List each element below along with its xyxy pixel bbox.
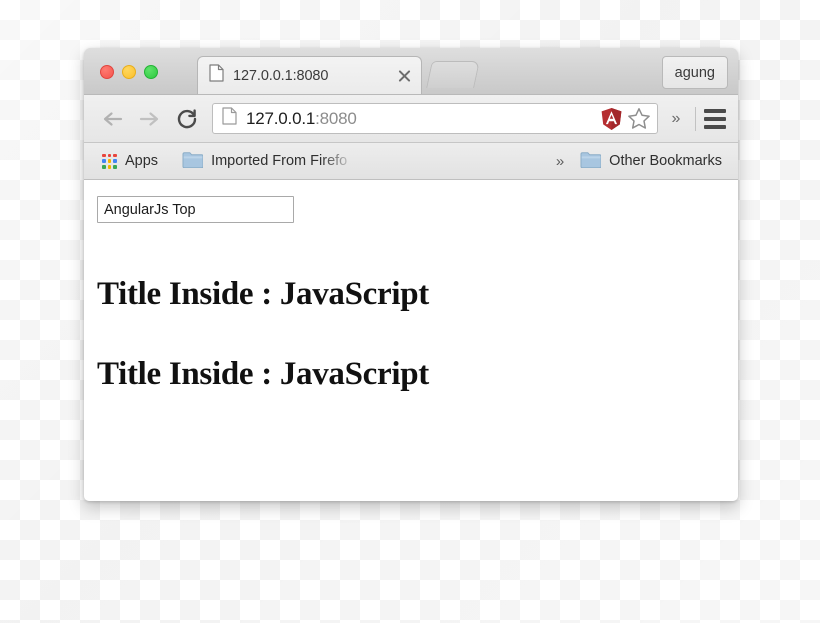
folder-icon — [580, 151, 602, 172]
bookmark-label: Other Bookmarks — [609, 153, 722, 169]
toolbar-divider — [695, 106, 696, 131]
minimize-window-button[interactable] — [122, 65, 136, 79]
address-port: :8080 — [315, 108, 357, 128]
toolbar-overflow-icon[interactable]: » — [664, 110, 688, 128]
profile-label: agung — [674, 64, 715, 81]
window-controls — [100, 65, 158, 79]
bookmark-other-bookmarks[interactable]: Other Bookmarks — [574, 148, 728, 174]
bookmark-apps[interactable]: Apps — [96, 148, 164, 174]
back-icon[interactable] — [98, 104, 128, 134]
page-icon — [222, 107, 237, 130]
headings-list: Title Inside : JavaScript Title Inside :… — [97, 277, 738, 391]
tab-strip: 127.0.0.1:8080 agung — [84, 48, 738, 95]
page-heading-2: Title Inside : JavaScript — [97, 355, 429, 392]
menu-icon[interactable] — [701, 105, 729, 133]
folder-icon — [182, 151, 204, 172]
title-input[interactable] — [97, 196, 294, 223]
apps-grid-icon — [102, 153, 117, 169]
bookmarks-bar: Apps Imported From Firefo » Other Bookma… — [84, 143, 738, 180]
close-icon[interactable] — [396, 67, 413, 84]
profile-button[interactable]: agung — [661, 56, 728, 89]
address-bar[interactable]: 127.0.0.1:8080 — [212, 103, 658, 134]
page-viewport: Title Inside : JavaScript Title Inside :… — [84, 180, 738, 501]
page-heading-1: Title Inside : JavaScript — [97, 276, 429, 312]
close-window-button[interactable] — [100, 65, 114, 79]
screenshot-canvas: 127.0.0.1:8080 agung 127.0.0.1:8080 » Ap… — [0, 0, 820, 623]
browser-toolbar: 127.0.0.1:8080 » — [84, 95, 738, 143]
menu-line — [704, 108, 726, 113]
tab-title: 127.0.0.1:8080 — [233, 67, 329, 84]
menu-line — [704, 116, 726, 121]
page-icon — [209, 64, 224, 87]
star-icon[interactable] — [627, 107, 651, 130]
browser-window: 127.0.0.1:8080 agung 127.0.0.1:8080 » Ap… — [84, 48, 738, 501]
bookmark-imported-from-firefox[interactable]: Imported From Firefo — [176, 148, 353, 174]
angularjs-icon[interactable] — [600, 107, 623, 131]
bookmarks-overflow-icon[interactable]: » — [546, 153, 574, 170]
new-tab-button[interactable] — [426, 61, 480, 88]
forward-icon[interactable] — [134, 104, 164, 134]
bookmark-label: Imported From Firefo — [211, 153, 348, 169]
address-host: 127.0.0.1 — [246, 108, 316, 128]
zoom-window-button[interactable] — [144, 65, 158, 79]
browser-tab[interactable]: 127.0.0.1:8080 — [197, 56, 422, 94]
address-bar-text: 127.0.0.1:8080 — [246, 109, 596, 129]
reload-icon[interactable] — [172, 104, 202, 134]
menu-line — [704, 124, 726, 129]
bookmark-apps-label: Apps — [125, 153, 159, 169]
